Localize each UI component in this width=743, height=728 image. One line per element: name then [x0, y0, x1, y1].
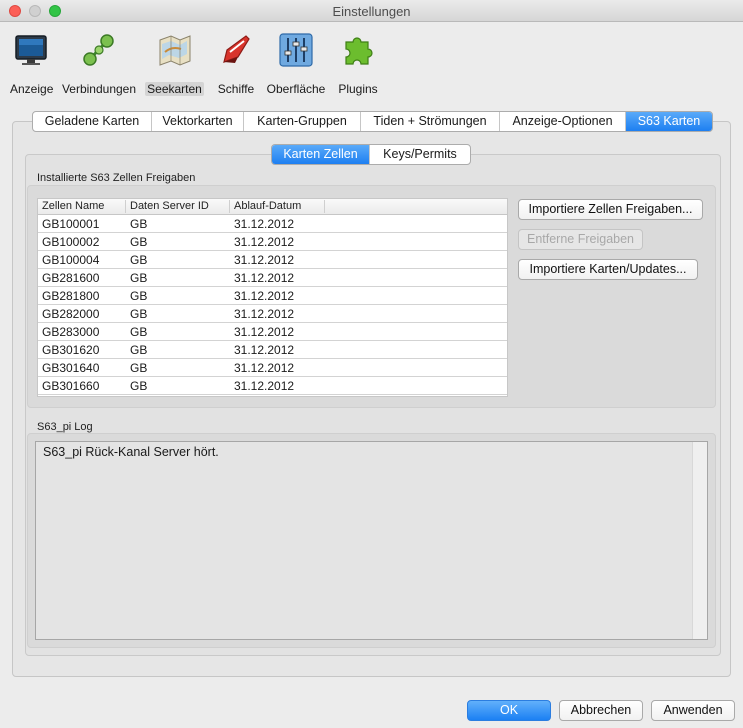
table-row[interactable]: GB301620 GB 31.12.2012	[38, 341, 507, 359]
log-text: S63_pi Rück-Kanal Server hört.	[43, 445, 219, 459]
cell-ablauf-datum: 31.12.2012	[234, 325, 295, 339]
tab-tiden-stroemungen[interactable]: Tiden + Strömungen	[361, 112, 500, 131]
remove-permits-button[interactable]: Entferne Freigaben	[518, 229, 643, 250]
cell-ablauf-datum: 31.12.2012	[234, 235, 295, 249]
cell-zellen-name: GB282000	[42, 307, 100, 321]
import-charts-updates-button[interactable]: Importiere Karten/Updates...	[518, 259, 698, 280]
tab-s63-karten[interactable]: S63 Karten	[626, 112, 712, 131]
cell-daten-server-id: GB	[130, 325, 148, 339]
table-row[interactable]: GB281800 GB 31.12.2012	[38, 287, 507, 305]
cell-daten-server-id: GB	[130, 253, 148, 267]
cell-ablauf-datum: 31.12.2012	[234, 217, 295, 231]
cell-zellen-name: GB100004	[42, 253, 100, 267]
log-textarea[interactable]: S63_pi Rück-Kanal Server hört.	[35, 441, 708, 640]
import-permits-button[interactable]: Importiere Zellen Freigaben...	[518, 199, 703, 220]
column-header-daten-server-id[interactable]: Daten Server ID	[126, 200, 230, 213]
log-label: S63_pi Log	[37, 421, 93, 433]
toolbar-item-oberflaeche[interactable]: Oberfläche	[265, 32, 327, 96]
connections-icon	[81, 32, 117, 68]
installed-permits-label: Installierte S63 Zellen Freigaben	[37, 172, 196, 184]
tab-karten-gruppen[interactable]: Karten-Gruppen	[244, 112, 361, 131]
table-header: Zellen Name Daten Server ID Ablauf-Datum	[38, 199, 507, 215]
table-row[interactable]: GB281600 GB 31.12.2012	[38, 269, 507, 287]
ok-button[interactable]: OK	[467, 700, 551, 721]
cell-daten-server-id: GB	[130, 235, 148, 249]
cell-ablauf-datum: 31.12.2012	[234, 379, 295, 393]
title-bar: Einstellungen	[0, 0, 743, 22]
cell-ablauf-datum: 31.12.2012	[234, 289, 295, 303]
cell-daten-server-id: GB	[130, 379, 148, 393]
toolbar-item-seekarten[interactable]: Seekarten	[145, 32, 204, 96]
toolbar-label: Verbindungen	[61, 82, 137, 96]
charts-map-icon	[157, 32, 193, 68]
cell-ablauf-datum: 31.12.2012	[234, 271, 295, 285]
s63-subtabs: Karten Zellen Keys/Permits	[271, 144, 471, 165]
cell-zellen-name: GB301660	[42, 379, 100, 393]
cell-zellen-name: GB100002	[42, 235, 100, 249]
apply-button[interactable]: Anwenden	[651, 700, 735, 721]
table-row[interactable]: GB282000 GB 31.12.2012	[38, 305, 507, 323]
cell-ablauf-datum: 31.12.2012	[234, 307, 295, 321]
table-row[interactable]: GB100002 GB 31.12.2012	[38, 233, 507, 251]
tab-vektorkarten[interactable]: Vektorkarten	[152, 112, 244, 131]
monitor-icon	[13, 32, 49, 68]
cell-zellen-name: GB301640	[42, 361, 100, 375]
cell-ablauf-datum: 31.12.2012	[234, 253, 295, 267]
table-row[interactable]: GB301640 GB 31.12.2012	[38, 359, 507, 377]
tab-geladene-karten[interactable]: Geladene Karten	[33, 112, 152, 131]
cell-ablauf-datum: 31.12.2012	[234, 361, 295, 375]
cell-ablauf-datum: 31.12.2012	[234, 343, 295, 357]
cell-daten-server-id: GB	[130, 289, 148, 303]
toolbar-label: Plugins	[338, 82, 378, 96]
toolbar-label: Oberfläche	[266, 82, 326, 96]
column-header-zellen-name[interactable]: Zellen Name	[38, 200, 126, 213]
cell-zellen-name: GB281600	[42, 271, 100, 285]
tab-anzeige-optionen[interactable]: Anzeige-Optionen	[500, 112, 626, 131]
subtab-keys-permits[interactable]: Keys/Permits	[370, 145, 470, 164]
cell-zellen-name: GB281800	[42, 289, 100, 303]
preferences-window: Einstellungen Anzeige Verbindungen Seeka…	[0, 0, 743, 728]
cell-daten-server-id: GB	[130, 217, 148, 231]
cell-daten-server-id: GB	[130, 361, 148, 375]
window-title: Einstellungen	[332, 4, 411, 19]
toolbar-item-schiffe[interactable]: Schiffe	[214, 32, 258, 96]
table-row[interactable]: GB301660 GB 31.12.2012	[38, 377, 507, 395]
toolbar-label: Seekarten	[145, 82, 204, 96]
sliders-icon	[278, 32, 314, 68]
cell-zellen-name: GB301620	[42, 343, 100, 357]
cell-zellen-name: GB283000	[42, 325, 100, 339]
cell-daten-server-id: GB	[130, 307, 148, 321]
cell-daten-server-id: GB	[130, 343, 148, 357]
column-header-ablauf-datum[interactable]: Ablauf-Datum	[230, 200, 325, 213]
table-row[interactable]: GB283000 GB 31.12.2012	[38, 323, 507, 341]
table-row[interactable]: GB100004 GB 31.12.2012	[38, 251, 507, 269]
cancel-button[interactable]: Abbrechen	[559, 700, 643, 721]
puzzle-icon	[340, 32, 376, 68]
ship-icon	[218, 32, 254, 68]
cell-daten-server-id: GB	[130, 271, 148, 285]
toolbar-item-plugins[interactable]: Plugins	[337, 32, 379, 96]
toolbar-label: Anzeige	[10, 82, 54, 96]
toolbar-item-verbindungen[interactable]: Verbindungen	[61, 32, 137, 96]
permits-table[interactable]: Zellen Name Daten Server ID Ablauf-Datum…	[37, 198, 508, 397]
toolbar-label: Schiffe	[217, 82, 255, 96]
subtab-karten-zellen[interactable]: Karten Zellen	[272, 145, 370, 164]
chart-tabs: Geladene Karten Vektorkarten Karten-Grup…	[32, 111, 713, 132]
cell-zellen-name: GB100001	[42, 217, 100, 231]
table-row[interactable]: GB100001 GB 31.12.2012	[38, 215, 507, 233]
log-scrollbar[interactable]	[692, 442, 707, 639]
toolbar-item-anzeige[interactable]: Anzeige	[10, 32, 53, 96]
